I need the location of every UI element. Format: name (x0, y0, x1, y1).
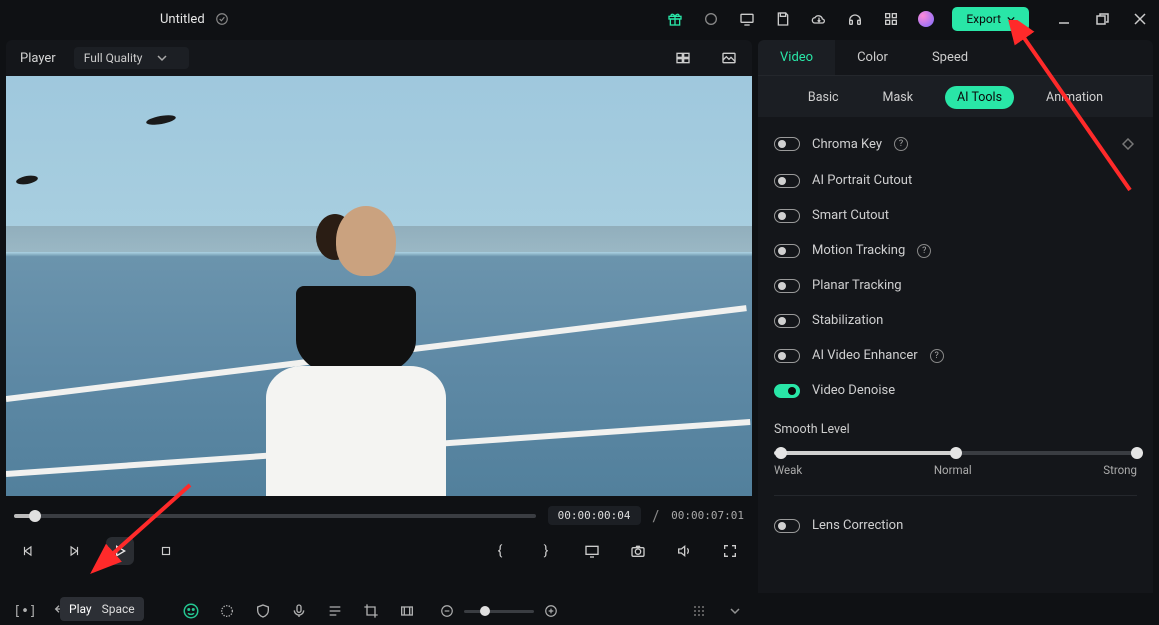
tool-text-icon[interactable] (326, 602, 344, 620)
label-ai-video-enhancer: AI Video Enhancer (812, 348, 918, 363)
volume-icon[interactable] (670, 537, 698, 565)
tab-video[interactable]: Video (758, 40, 835, 75)
label-planar-tracking: Planar Tracking (812, 278, 902, 293)
checkmark-icon (213, 10, 231, 28)
quality-value: Full Quality (84, 51, 143, 65)
info-icon[interactable]: ? (894, 137, 908, 151)
diamond-icon[interactable] (1119, 135, 1137, 153)
screen-icon[interactable] (738, 10, 756, 28)
video-preview[interactable] (6, 76, 752, 496)
tooltip-action: Play (69, 602, 92, 616)
subtab-basic[interactable]: Basic (796, 86, 851, 109)
record-icon[interactable] (702, 10, 720, 28)
snapshot-icon[interactable] (720, 49, 738, 67)
toggle-motion-tracking[interactable] (774, 244, 800, 258)
bracket-open-icon[interactable]: { (486, 537, 514, 565)
export-button[interactable]: Export (952, 7, 1029, 31)
tool-crop-icon[interactable] (362, 602, 380, 620)
label-video-denoise: Video Denoise (812, 383, 895, 398)
document-title: Untitled (160, 12, 205, 27)
subtab-ai-tools[interactable]: AI Tools (945, 86, 1014, 109)
close-icon[interactable] (1131, 10, 1149, 28)
total-time: 00:00:07:01 (671, 509, 744, 522)
tab-speed[interactable]: Speed (910, 40, 990, 75)
progress-bar[interactable] (14, 514, 536, 518)
subtab-mask[interactable]: Mask (871, 86, 926, 109)
subtab-animation[interactable]: Animation (1034, 86, 1115, 109)
info-icon[interactable]: ? (917, 244, 931, 258)
toggle-chroma-key[interactable] (774, 137, 800, 151)
camera-icon[interactable] (624, 537, 652, 565)
zoom-out-icon[interactable] (438, 602, 456, 620)
toggle-smart-cutout[interactable] (774, 209, 800, 223)
display-icon[interactable] (578, 537, 606, 565)
ai-face-icon[interactable] (182, 602, 200, 620)
label-smart-cutout: Smart Cutout (812, 208, 889, 223)
label-stabilization: Stabilization (812, 313, 883, 328)
label-lens-correction: Lens Correction (812, 518, 903, 533)
fullscreen-icon[interactable] (716, 537, 744, 565)
ai-orb-icon[interactable] (918, 11, 934, 27)
chevron-down-icon[interactable] (726, 602, 744, 620)
zoom-in-icon[interactable] (542, 602, 560, 620)
toggle-ai-portrait[interactable] (774, 174, 800, 188)
chevron-down-icon (157, 53, 167, 63)
quality-dropdown[interactable]: Full Quality (74, 47, 189, 69)
tool-frame-icon[interactable] (398, 602, 416, 620)
play-tooltip: Play Space (60, 597, 144, 621)
tool-mask-icon[interactable] (218, 602, 236, 620)
chevron-down-icon (1007, 15, 1015, 23)
gift-icon[interactable] (666, 10, 684, 28)
zoom-slider[interactable] (464, 610, 534, 613)
toggle-lens-correction[interactable] (774, 519, 800, 533)
slider-label: Smooth Level (774, 422, 1137, 437)
toggle-video-denoise[interactable] (774, 384, 800, 398)
info-icon[interactable]: ? (930, 349, 944, 363)
save-icon[interactable] (774, 10, 792, 28)
slider-weak: Weak (774, 463, 802, 477)
timeline-options-icon[interactable] (690, 602, 708, 620)
grid-view-icon[interactable] (674, 49, 692, 67)
slider-normal: Normal (934, 463, 972, 477)
label-chroma-key: Chroma Key (812, 137, 882, 152)
tool-shield-icon[interactable] (254, 602, 272, 620)
cloud-icon[interactable] (810, 10, 828, 28)
tab-color[interactable]: Color (835, 40, 910, 75)
apps-icon[interactable] (882, 10, 900, 28)
bracket-icon[interactable]: [•] (16, 602, 34, 620)
toggle-ai-video-enhancer[interactable] (774, 349, 800, 363)
export-label: Export (966, 12, 1001, 26)
next-frame-button[interactable] (60, 537, 88, 565)
minimize-icon[interactable] (1055, 10, 1073, 28)
toggle-stabilization[interactable] (774, 314, 800, 328)
player-label: Player (20, 51, 56, 66)
time-separator: / (653, 506, 660, 525)
tooltip-key: Space (102, 602, 135, 616)
slider-strong: Strong (1103, 463, 1137, 477)
label-motion-tracking: Motion Tracking (812, 243, 905, 258)
prev-frame-button[interactable] (14, 537, 42, 565)
maximize-icon[interactable] (1093, 10, 1111, 28)
current-time: 00:00:00:04 (548, 506, 641, 525)
label-ai-portrait: AI Portrait Cutout (812, 173, 912, 188)
tool-mic-icon[interactable] (290, 602, 308, 620)
toggle-planar-tracking[interactable] (774, 279, 800, 293)
smooth-slider[interactable] (774, 451, 1137, 455)
headphones-icon[interactable] (846, 10, 864, 28)
stop-button[interactable] (152, 537, 180, 565)
play-button[interactable] (106, 537, 134, 565)
bracket-close-icon[interactable]: } (532, 537, 560, 565)
